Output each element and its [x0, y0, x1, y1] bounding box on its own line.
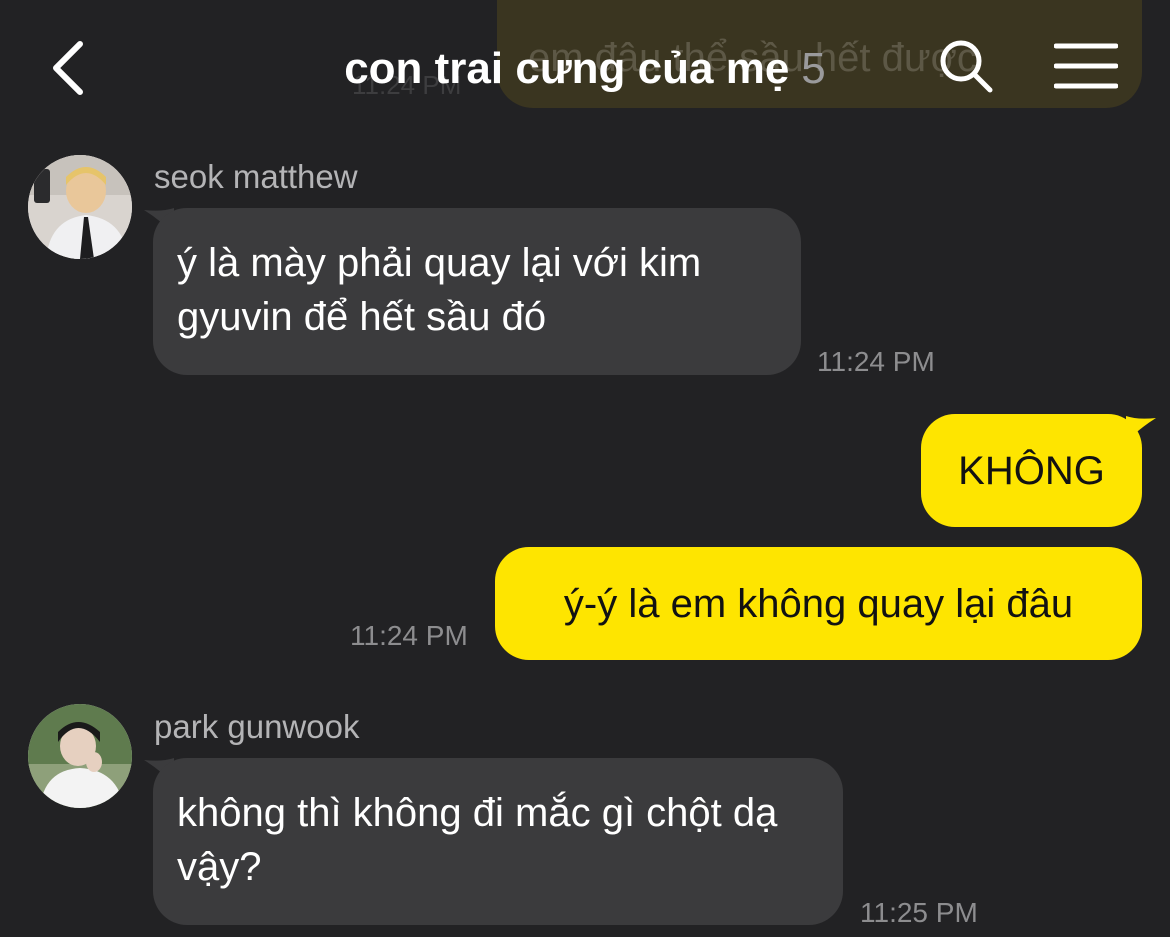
message-bubble-outgoing[interactable]: KHÔNG: [921, 414, 1142, 527]
profile-photo-icon: [28, 704, 132, 808]
avatar-seok-matthew[interactable]: [28, 155, 132, 259]
search-icon: [940, 40, 993, 93]
message-bubble-outgoing[interactable]: ý-ý là em không quay lại đâu: [495, 547, 1142, 660]
message-bubble-incoming[interactable]: không thì không đi mắc gì chột dạ vậy?: [153, 758, 843, 925]
avatar-park-gunwook[interactable]: [28, 704, 132, 808]
message-text: không thì không đi mắc gì chột dạ vậy?: [177, 791, 778, 889]
member-count: 5: [801, 44, 826, 93]
sender-name: park gunwook: [154, 708, 360, 745]
sender-name: seok matthew: [154, 158, 358, 195]
chat-header: con trai cưng của mẹ 5: [0, 0, 1170, 140]
message-time: 11:24 PM: [350, 620, 468, 651]
message-text: ý-ý là em không quay lại đâu: [563, 581, 1074, 626]
message-time: 11:24 PM: [817, 346, 935, 377]
message-text: KHÔNG: [958, 448, 1105, 493]
message-bubble-incoming[interactable]: ý là mày phải quay lại với kim gyuvin để…: [153, 208, 801, 375]
message-time: 11:25 PM: [860, 897, 978, 928]
menu-button[interactable]: [1053, 42, 1119, 90]
chat-screen: em đâu thể sầu hết được 11:24 PM con tra…: [0, 0, 1170, 937]
chat-title-text: con trai cưng của mẹ: [344, 44, 790, 93]
search-button[interactable]: [936, 36, 996, 96]
menu-icon: [1053, 43, 1119, 89]
message-text: ý là mày phải quay lại với kim gyuvin để…: [177, 241, 702, 339]
profile-photo-icon: [28, 155, 132, 259]
